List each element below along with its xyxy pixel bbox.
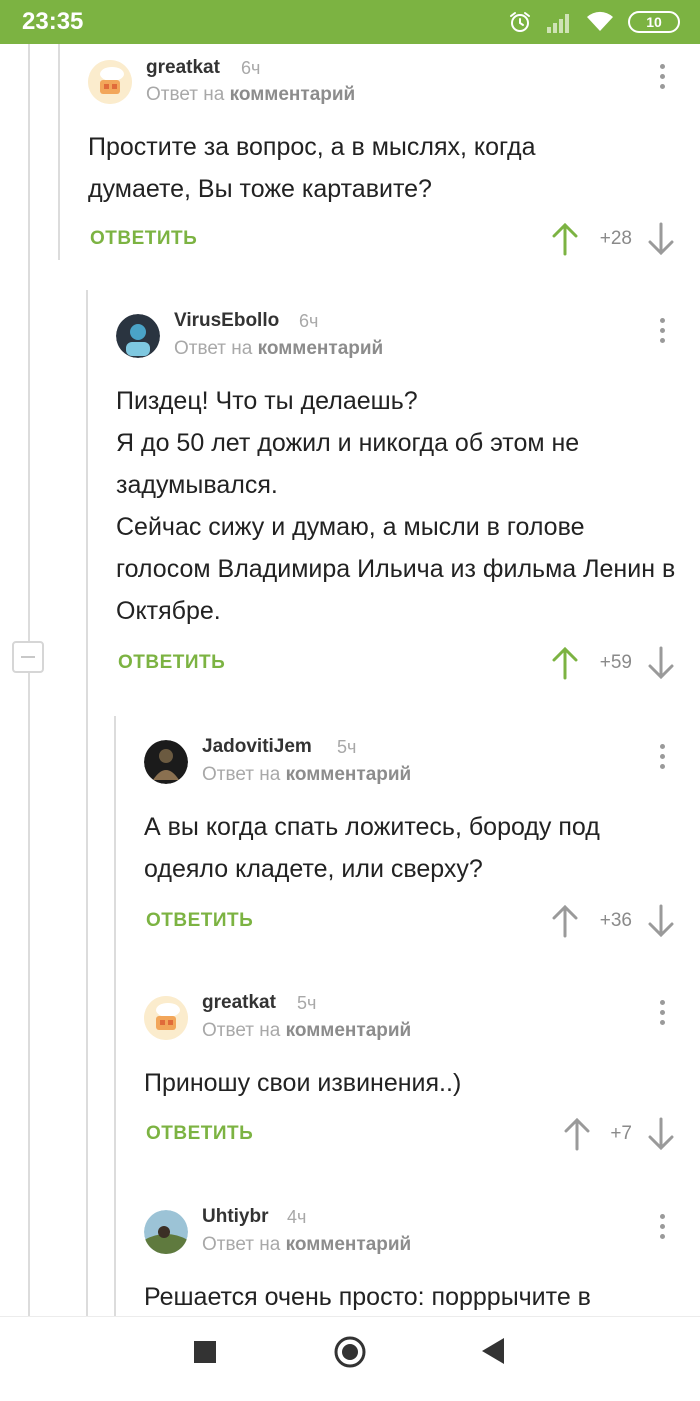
battery-icon: 10 (628, 11, 680, 33)
downvote-arrow-icon[interactable] (646, 904, 676, 938)
avatar[interactable] (116, 314, 160, 358)
status-bar: 23:35 10 (0, 0, 700, 44)
reply-to-link[interactable]: комментарий (286, 1234, 412, 1255)
reply-to-line: Ответ на комментарий (202, 1020, 411, 1042)
thread-line (86, 290, 88, 1316)
comment-score: +7 (610, 1123, 632, 1144)
reply-to-line: Ответ на комментарий (146, 84, 355, 106)
reply-to-prefix: Ответ на (202, 1234, 281, 1255)
wifi-icon (587, 11, 613, 31)
comment-text: Простите за вопрос, а в мыслях, когда ду… (88, 133, 536, 203)
comment-time: 4ч (287, 1207, 307, 1227)
reply-to-line: Ответ на комментарий (202, 764, 411, 786)
battery-level: 10 (646, 14, 662, 30)
thread-line (58, 44, 60, 260)
thread-line (114, 716, 116, 1316)
upvote-arrow-icon[interactable] (550, 646, 580, 680)
recents-square-icon[interactable] (194, 1341, 216, 1363)
reply-to-link[interactable]: комментарий (286, 764, 412, 785)
comment: greatkat 5ч Ответ на комментарий Приношу… (144, 992, 688, 1172)
comment-text: Приношу свои извинения..) (144, 1069, 462, 1097)
comment-author[interactable]: greatkat (202, 992, 276, 1014)
downvote-arrow-icon[interactable] (646, 646, 676, 680)
reply-button[interactable]: ОТВЕТИТЬ (118, 652, 225, 674)
reply-button[interactable]: ОТВЕТИТЬ (90, 228, 197, 250)
reply-button[interactable]: ОТВЕТИТЬ (146, 910, 253, 932)
comment-score: +59 (599, 652, 632, 673)
comment-author[interactable]: JadovitiJem (202, 736, 312, 758)
avatar[interactable] (144, 1210, 188, 1254)
home-circle-icon[interactable] (334, 1336, 366, 1368)
reply-to-link[interactable]: комментарий (258, 338, 384, 359)
avatar[interactable] (144, 740, 188, 784)
reply-to-prefix: Ответ на (146, 84, 225, 105)
more-options-icon[interactable] (652, 744, 672, 774)
upvote-arrow-icon[interactable] (550, 904, 580, 938)
thread-line (28, 44, 30, 1316)
signal-icon (547, 14, 569, 33)
more-options-icon[interactable] (652, 64, 672, 94)
reply-to-prefix: Ответ на (202, 1020, 281, 1041)
collapse-thread-button[interactable] (12, 641, 44, 673)
comment-score: +28 (599, 228, 632, 249)
comment-time: 6ч (241, 58, 261, 78)
comment-time: 5ч (337, 737, 357, 757)
comment-time: 6ч (299, 311, 319, 331)
status-time: 23:35 (22, 8, 84, 35)
comment-time: 5ч (297, 993, 317, 1013)
comment-author[interactable]: Uhtiybr (202, 1206, 269, 1228)
reply-to-link[interactable]: комментарий (230, 84, 356, 105)
comment: JadovitiJem 5ч Ответ на комментарий А вы… (144, 736, 688, 966)
reply-to-prefix: Ответ на (202, 764, 281, 785)
navigation-bar (0, 1316, 700, 1401)
reply-to-prefix: Ответ на (174, 338, 253, 359)
comment-author[interactable]: greatkat (146, 57, 220, 79)
reply-to-line: Ответ на комментарий (202, 1234, 411, 1256)
more-options-icon[interactable] (652, 1214, 672, 1244)
comment-text: Пиздец! Что ты делаешь? Я до 50 лет дожи… (116, 387, 676, 625)
downvote-arrow-icon[interactable] (646, 1117, 676, 1151)
downvote-arrow-icon[interactable] (646, 222, 676, 256)
comment-score: +36 (599, 910, 632, 931)
reply-to-link[interactable]: комментарий (286, 1020, 412, 1041)
reply-to-line: Ответ на комментарий (174, 338, 383, 360)
more-options-icon[interactable] (652, 318, 672, 348)
comments-thread[interactable]: greatkat 6ч Ответ на комментарий Простит… (0, 44, 700, 1316)
comment-text: А вы когда спать ложитесь, бороду под од… (144, 813, 600, 883)
comment-author[interactable]: VirusEbollo (174, 310, 279, 332)
avatar[interactable] (88, 60, 132, 104)
back-triangle-icon[interactable] (482, 1338, 504, 1364)
comment: Uhtiybr 4ч Ответ на комментарий Решается… (144, 1206, 688, 1316)
avatar[interactable] (144, 996, 188, 1040)
comment: VirusEbollo 6ч Ответ на комментарий Пизд… (116, 310, 688, 710)
more-options-icon[interactable] (652, 1000, 672, 1030)
comment-text: Решается очень просто: порррычите в (144, 1283, 591, 1311)
status-icons: 10 (508, 9, 680, 35)
alarm-icon (510, 12, 530, 32)
comment: greatkat 6ч Ответ на комментарий Простит… (88, 57, 688, 288)
upvote-arrow-icon[interactable] (550, 222, 580, 256)
reply-button[interactable]: ОТВЕТИТЬ (146, 1123, 253, 1145)
